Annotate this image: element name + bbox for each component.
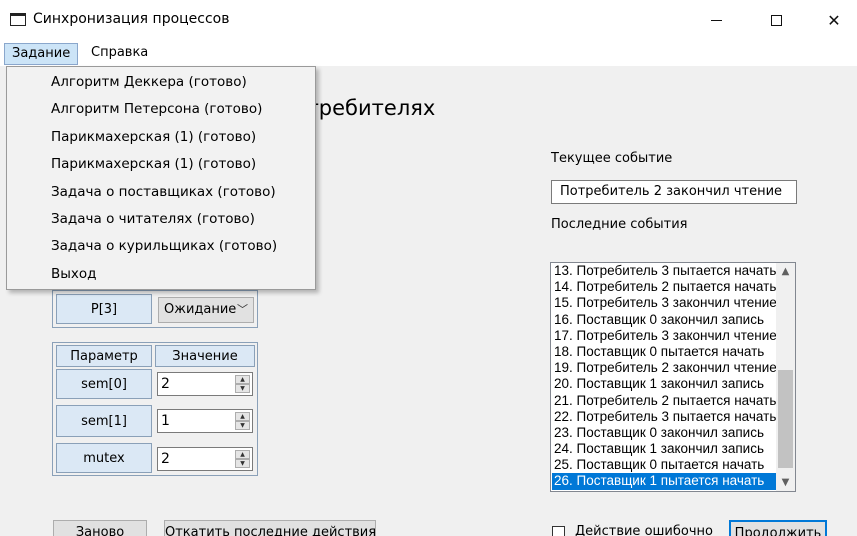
value-column-header: Значение (155, 345, 255, 367)
param-column-header: Параметр (56, 345, 152, 367)
maximize-icon (770, 14, 782, 26)
event-list-item[interactable]: 13. Потребитель 3 пытается начать (552, 263, 776, 279)
close-icon: ✕ (827, 10, 841, 30)
events-listbox[interactable]: 13. Потребитель 3 пытается начать 14. Пот… (550, 262, 796, 492)
dropdown-item[interactable]: Задача о поставщиках (готово) (8, 179, 314, 206)
minimize-button[interactable] (690, 0, 742, 40)
event-list-item[interactable]: 23. Поставщик 0 закончил запись (552, 425, 776, 441)
param-value-sem0[interactable]: 2 ▲ ▼ (157, 372, 253, 396)
dropdown-item[interactable]: Парикмахерская (1) (готово) (8, 151, 314, 178)
current-event-label: Текущее событие (551, 151, 673, 166)
title-bar: Синхронизация процессов ✕ (0, 0, 857, 40)
wrong-action-label: Действие ошибочно (575, 524, 713, 536)
event-list-item[interactable]: 14. Потребитель 2 пытается начать (552, 279, 776, 295)
param-value-mutex[interactable]: 2 ▲ ▼ (157, 447, 253, 471)
event-list-item[interactable]: 21. Потребитель 2 пытается начать (552, 393, 776, 409)
current-event-field[interactable]: Потребитель 2 закончил чтение (551, 180, 797, 204)
events-list: 13. Потребитель 3 пытается начать 14. Пот… (552, 263, 776, 490)
spin-down-icon[interactable]: ▼ (235, 384, 250, 393)
param-name-sem0: sem[0] (56, 369, 152, 399)
param-name-mutex: mutex (56, 443, 152, 473)
event-list-item[interactable]: 15. Потребитель 3 закончил чтение (552, 295, 776, 311)
dropdown-item[interactable]: Задача о курильщиках (готово) (8, 233, 314, 260)
dropdown-item[interactable]: Алгоритм Деккера (готово) (8, 69, 314, 96)
event-list-item[interactable]: 25. Поставщик 0 пытается начать (552, 457, 776, 473)
app-window: Синхронизация процессов ✕ Задание Справк… (0, 0, 857, 536)
param-value-sem1[interactable]: 1 ▲ ▼ (157, 409, 253, 433)
scroll-up-icon[interactable]: ▲ (776, 263, 795, 280)
menu-bar: Задание Справка (0, 40, 857, 66)
param-name-sem1: sem[1] (56, 405, 152, 437)
window-title: Синхронизация процессов (33, 11, 230, 27)
events-scrollbar[interactable]: ▲ ▼ (776, 263, 795, 491)
minimize-icon (710, 19, 722, 21)
zadanie-dropdown: Алгоритм Деккера (готово) Алгоритм Петерс… (6, 66, 316, 290)
spin-down-icon[interactable]: ▼ (235, 421, 250, 430)
param-value-text: 2 (161, 376, 170, 392)
menu-zadanie[interactable]: Задание (4, 43, 79, 65)
rollback-button[interactable]: Откатить последние действия (164, 520, 376, 536)
process-state-select[interactable]: Ожидание ﹀ (158, 297, 254, 323)
close-button[interactable]: ✕ (808, 0, 857, 40)
event-list-item[interactable]: 26. Поставщик 1 пытается начать (552, 473, 776, 490)
spin-up-icon[interactable]: ▲ (235, 375, 250, 384)
event-list-item[interactable]: 19. Потребитель 2 закончил чтение (552, 360, 776, 376)
scroll-down-icon[interactable]: ▼ (776, 474, 795, 491)
dropdown-item[interactable]: Алгоритм Петерсона (готово) (8, 96, 314, 123)
event-list-item[interactable]: 22. Потребитель 3 пытается начать (552, 409, 776, 425)
event-list-item[interactable]: 16. Поставщик 0 закончил запись (552, 312, 776, 328)
dropdown-item[interactable]: Парикмахерская (1) (готово) (8, 124, 314, 151)
continue-button[interactable]: Продолжить (729, 520, 827, 536)
scroll-thumb[interactable] (778, 370, 793, 468)
menu-spravka[interactable]: Справка (84, 43, 155, 65)
spin-up-icon[interactable]: ▲ (235, 412, 250, 421)
event-list-item[interactable]: 18. Поставщик 0 пытается начать (552, 344, 776, 360)
event-list-item[interactable]: 20. Поставщик 1 закончил запись (552, 376, 776, 392)
param-value-text: 1 (161, 413, 170, 429)
spin-up-icon[interactable]: ▲ (235, 450, 250, 459)
wrong-action-checkbox[interactable] (552, 526, 565, 536)
process-label: P[3] (56, 294, 152, 324)
chevron-down-icon: ﹀ (237, 303, 248, 316)
restart-button[interactable]: Заново (53, 520, 147, 536)
event-list-item[interactable]: 17. Потребитель 3 закончил чтение (552, 328, 776, 344)
window-icon (10, 13, 26, 26)
spin-down-icon[interactable]: ▼ (235, 459, 250, 468)
maximize-button[interactable] (750, 0, 802, 40)
recent-events-label: Последние события (551, 217, 688, 232)
event-list-item[interactable]: 24. Поставщик 1 закончил запись (552, 441, 776, 457)
param-value-text: 2 (161, 451, 170, 467)
process-state-value: Ожидание (164, 302, 237, 317)
dropdown-item[interactable]: Задача о читателях (готово) (8, 206, 314, 233)
dropdown-item[interactable]: Выход (8, 261, 314, 288)
